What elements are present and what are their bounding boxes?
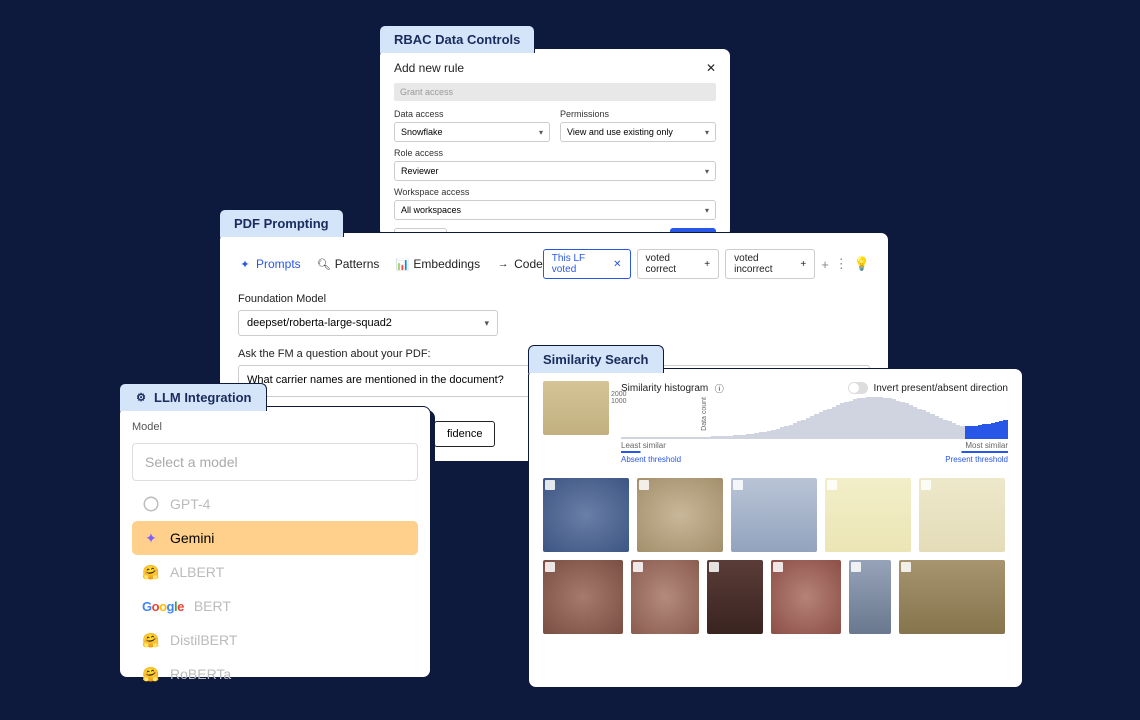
model-select-input[interactable]: Select a model bbox=[132, 443, 418, 481]
permissions-select[interactable]: View and use existing only bbox=[560, 122, 716, 142]
chart-icon: 📊 bbox=[395, 257, 409, 271]
tab-code[interactable]: →Code bbox=[496, 257, 543, 271]
option-distilbert[interactable]: 🤗 DistilBERT bbox=[132, 623, 418, 657]
fm-select[interactable]: deepset/roberta-large-squad2 bbox=[238, 310, 498, 336]
prompts-icon: ✦ bbox=[238, 257, 252, 271]
chip-lf-voted[interactable]: This LF voted ✕ bbox=[543, 249, 631, 279]
result-thumb[interactable] bbox=[919, 478, 1005, 552]
data-access-select[interactable]: Snowflake bbox=[394, 122, 550, 142]
tick-2000: 2000 bbox=[611, 391, 627, 398]
search-icon: 🔍︎ bbox=[317, 257, 331, 271]
hf-icon: 🤗 bbox=[142, 563, 160, 581]
more-icon[interactable]: ⋮ bbox=[835, 256, 848, 272]
result-thumb[interactable] bbox=[637, 478, 723, 552]
llm-tab: ⚙ LLM Integration bbox=[119, 383, 267, 411]
sim-tab: Similarity Search bbox=[528, 345, 664, 373]
permissions-label: Permissions bbox=[560, 109, 716, 119]
chip-voted-incorrect[interactable]: voted incorrect + bbox=[725, 249, 815, 279]
toggle-label: Invert present/absent direction bbox=[873, 383, 1008, 394]
tab-patterns[interactable]: 🔍︎Patterns bbox=[317, 257, 380, 271]
plus-icon[interactable]: + bbox=[800, 259, 806, 270]
result-thumb[interactable] bbox=[707, 560, 763, 634]
tick-1000: 1000 bbox=[611, 398, 627, 405]
similarity-card: Similarity Search Data count 20001000 Si… bbox=[528, 368, 1023, 688]
gemini-icon: ✦ bbox=[142, 529, 160, 547]
result-thumb[interactable] bbox=[771, 560, 841, 634]
option-gemini[interactable]: ✦ Gemini bbox=[132, 521, 418, 555]
close-icon[interactable]: ✕ bbox=[706, 61, 716, 75]
result-thumb[interactable] bbox=[849, 560, 891, 634]
hist-title: Similarity histogram bbox=[621, 383, 708, 394]
most-similar: Most similar bbox=[965, 441, 1008, 450]
absent-threshold[interactable]: Absent threshold bbox=[621, 455, 681, 464]
role-access-label: Role access bbox=[394, 148, 716, 158]
hf-icon: 🤗 bbox=[142, 631, 160, 649]
data-access-label: Data access bbox=[394, 109, 550, 119]
lightbulb-icon[interactable]: 💡 bbox=[854, 256, 870, 272]
y-axis-label: Data count bbox=[701, 397, 708, 431]
fm-label: Foundation Model bbox=[238, 293, 870, 305]
info-icon[interactable]: ⓘ bbox=[712, 381, 726, 395]
result-grid bbox=[543, 478, 1008, 634]
present-threshold[interactable]: Present threshold bbox=[945, 455, 1008, 464]
invert-toggle[interactable] bbox=[848, 382, 868, 394]
rbac-card: RBAC Data Controls Add new rule ✕ Grant … bbox=[379, 48, 731, 238]
openai-icon bbox=[142, 495, 160, 513]
tab-prompts[interactable]: ✦Prompts bbox=[238, 257, 301, 271]
rbac-tab: RBAC Data Controls bbox=[379, 25, 535, 53]
google-icon: Google bbox=[142, 597, 184, 615]
result-thumb[interactable] bbox=[543, 560, 623, 634]
option-roberta[interactable]: 🤗 RoBERTa bbox=[132, 657, 418, 691]
result-thumb[interactable] bbox=[543, 478, 629, 552]
pdf-tab: PDF Prompting bbox=[219, 209, 344, 237]
arrow-icon: → bbox=[496, 257, 510, 271]
workspace-access-label: Workspace access bbox=[394, 187, 716, 197]
least-similar: Least similar bbox=[621, 441, 666, 450]
workspace-access-select[interactable]: All workspaces bbox=[394, 200, 716, 220]
llm-card: ⚙ LLM Integration Model Select a model G… bbox=[119, 406, 431, 678]
hf-icon: 🤗 bbox=[142, 665, 160, 683]
remove-icon[interactable]: ✕ bbox=[613, 259, 621, 270]
grant-access-field[interactable]: Grant access bbox=[394, 83, 716, 101]
result-thumb[interactable] bbox=[731, 478, 817, 552]
histogram[interactable] bbox=[621, 399, 1008, 439]
model-label: Model bbox=[132, 421, 418, 433]
result-thumb[interactable] bbox=[825, 478, 911, 552]
option-gpt4[interactable]: GPT-4 bbox=[132, 487, 418, 521]
result-thumb[interactable] bbox=[899, 560, 1005, 634]
option-albert[interactable]: 🤗 ALBERT bbox=[132, 555, 418, 589]
tab-embeddings[interactable]: 📊Embeddings bbox=[395, 257, 480, 271]
plus-icon[interactable]: + bbox=[704, 259, 710, 270]
ai-icon: ⚙ bbox=[134, 391, 148, 405]
chip-voted-correct[interactable]: voted correct + bbox=[637, 249, 720, 279]
result-thumb[interactable] bbox=[631, 560, 699, 634]
confidence-button[interactable]: fidence bbox=[434, 421, 495, 447]
add-chip-button[interactable]: + bbox=[821, 257, 829, 272]
option-bert[interactable]: Google BERT bbox=[132, 589, 418, 623]
anchor-image[interactable] bbox=[543, 381, 609, 435]
rbac-title: Add new rule bbox=[394, 61, 464, 75]
role-access-select[interactable]: Reviewer bbox=[394, 161, 716, 181]
